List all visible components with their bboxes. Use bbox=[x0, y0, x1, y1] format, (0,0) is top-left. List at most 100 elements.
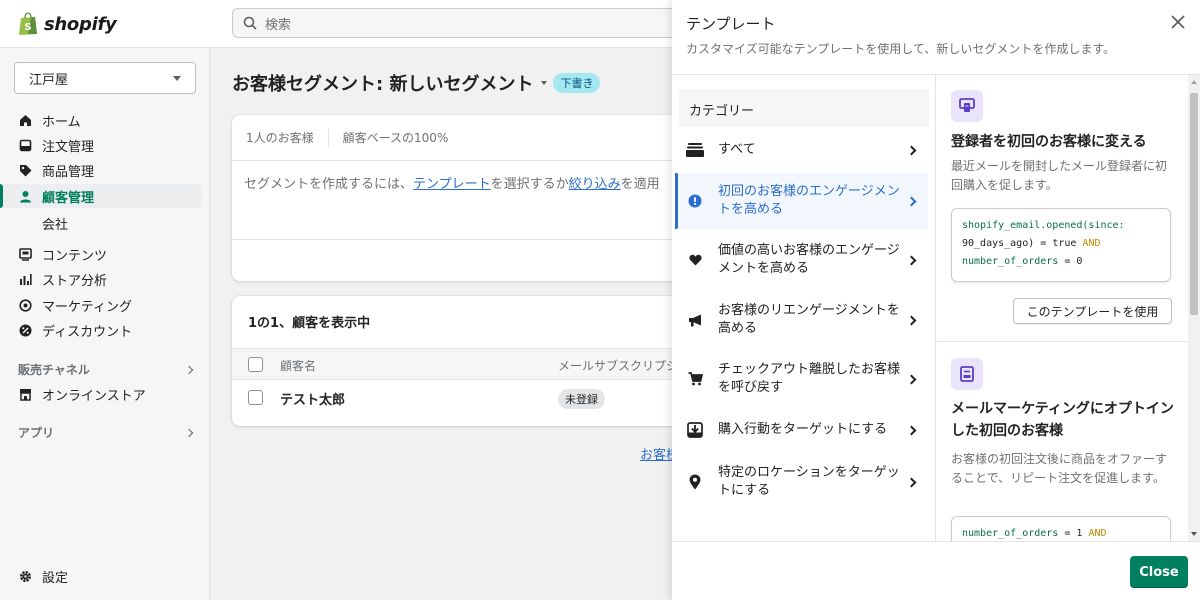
sidebar-subitem-company[interactable]: 会社 bbox=[42, 214, 68, 233]
category-item-all[interactable]: すべて bbox=[676, 135, 928, 165]
draft-badge: 下書き bbox=[553, 73, 601, 93]
sidebar-item-settings[interactable]: 設定 bbox=[0, 564, 202, 588]
use-template-button[interactable]: このテンプレートを使用 bbox=[1013, 298, 1172, 324]
hint-text: セグメントを作成するには、 bbox=[244, 177, 414, 192]
sidebar-item-home[interactable]: ホーム bbox=[0, 108, 202, 132]
sidebar-item-analytics[interactable]: ストア分析 bbox=[0, 267, 202, 291]
sidebar-item-discounts[interactable]: ディスカウント bbox=[0, 318, 202, 342]
sidebar-item-label: 商品管理 bbox=[42, 164, 95, 180]
sidebar-item-label: ディスカウント bbox=[42, 324, 133, 340]
logo-text: shopify bbox=[44, 13, 117, 35]
customer-name[interactable]: テスト太郎 bbox=[280, 389, 345, 408]
divider bbox=[232, 239, 692, 240]
category-label: お客様のリエンゲージメントを高める bbox=[718, 303, 900, 336]
segment-stats: 1人のお客様 顧客ベースの100% bbox=[232, 115, 692, 161]
customer-list-card: 1の1、顧客を表示中 顧客名 メールサブスクリプション テスト太郎 未登録 bbox=[232, 296, 692, 426]
divider bbox=[937, 341, 1188, 342]
close-icon[interactable] bbox=[1168, 12, 1188, 32]
category-label: 特定のロケーションをターゲットにする bbox=[718, 465, 900, 498]
code-token: 0 bbox=[1076, 256, 1083, 267]
megaphone-icon bbox=[684, 314, 706, 327]
template-list: 登録者を初回のお客様に変える 最近メールを開封したメール登録者に初回購入を促しま… bbox=[937, 75, 1188, 541]
cart-icon bbox=[684, 372, 706, 386]
location-pin-icon bbox=[684, 474, 706, 490]
filter-link[interactable]: 絞り込み bbox=[569, 177, 621, 192]
store-icon bbox=[18, 387, 32, 401]
caret-down-icon bbox=[173, 75, 181, 81]
code-token: = bbox=[1034, 238, 1053, 249]
category-label: チェックアウト離脱したお客様を呼び戻す bbox=[718, 362, 901, 395]
template-scrollbar[interactable] bbox=[1188, 75, 1200, 541]
category-item-first-time[interactable]: 初回のお客様のエンゲージメントを高める bbox=[675, 173, 928, 229]
select-all-checkbox[interactable] bbox=[248, 357, 263, 372]
chevron-right-icon bbox=[184, 365, 194, 374]
shopify-bag-icon: S bbox=[19, 12, 37, 35]
template-description: 最近メールを開封したメール登録者に初回購入を促します。 bbox=[951, 159, 1168, 192]
code-token: AND bbox=[1082, 528, 1107, 539]
scroll-thumb[interactable] bbox=[1190, 93, 1198, 315]
sidebar-item-customers[interactable]: 顧客管理 bbox=[0, 184, 202, 208]
close-button[interactable]: Close bbox=[1130, 556, 1188, 588]
search-icon bbox=[243, 16, 257, 30]
category-label: 初回のお客様のエンゲージメントを高める bbox=[718, 184, 900, 217]
hint-text: を適用 bbox=[620, 177, 660, 192]
segment-editor-card: 1人のお客様 顧客ベースの100% セグメントを作成するには、テンプレートを選択… bbox=[232, 115, 692, 281]
divider bbox=[672, 541, 1200, 542]
category-item-high-value[interactable]: 価値の高いお客様のエンゲージメントを高める bbox=[676, 235, 928, 285]
category-label: すべて bbox=[718, 142, 756, 157]
category-label: 購入行動をターゲットにする bbox=[718, 422, 888, 437]
download-box-icon bbox=[684, 422, 706, 438]
status-badge: 未登録 bbox=[558, 389, 605, 409]
content-icon bbox=[18, 247, 32, 261]
search-placeholder: 検索 bbox=[265, 17, 292, 33]
editor-hint[interactable]: セグメントを作成するには、テンプレートを選択するか絞り込みを適用 bbox=[244, 173, 660, 192]
code-token: number_of_orders bbox=[962, 256, 1059, 267]
scroll-down-arrow-icon[interactable] bbox=[1191, 532, 1197, 536]
sidebar-item-online-store[interactable]: オンラインストア bbox=[0, 382, 202, 406]
category-label: 価値の高いお客様のエンゲージメントを高める bbox=[718, 243, 900, 276]
target-icon bbox=[18, 298, 32, 312]
category-item-reengagement[interactable]: お客様のリエンゲージメントを高める bbox=[676, 295, 928, 345]
chevron-right-icon bbox=[906, 425, 917, 435]
store-name: 江戸屋 bbox=[29, 72, 69, 88]
person-icon bbox=[18, 189, 32, 203]
code-token: number_of_orders bbox=[962, 528, 1059, 539]
category-list: カテゴリー すべて 初回のお客様のエンゲージメントを高める 価値の高いお客様のエ… bbox=[672, 75, 936, 541]
template-link[interactable]: テンプレート bbox=[413, 177, 491, 192]
category-item-checkout[interactable]: チェックアウト離脱したお客様を呼び戻す bbox=[676, 354, 928, 404]
caret-down-icon[interactable] bbox=[541, 81, 548, 85]
sidebar-item-marketing[interactable]: マーケティング bbox=[0, 293, 202, 317]
discount-icon bbox=[18, 323, 32, 337]
category-item-purchase-behavior[interactable]: 購入行動をターゲットにする bbox=[676, 415, 928, 445]
column-header-name[interactable]: 顧客名 bbox=[280, 357, 316, 374]
search-input[interactable]: 検索 bbox=[232, 8, 692, 38]
alert-circle-icon bbox=[684, 194, 706, 208]
table-row[interactable]: テスト太郎 未登録 bbox=[232, 380, 692, 416]
sidebar-item-orders[interactable]: 注文管理 bbox=[0, 133, 202, 157]
code-token: 90_days_ago) bbox=[962, 238, 1035, 249]
shopify-logo[interactable]: S shopify bbox=[18, 12, 117, 36]
apps-section[interactable]: アプリ bbox=[18, 424, 194, 441]
sidebar: 江戸屋 ホーム 注文管理 商品管理 顧客管理 会社 コンテンツ ストア分析 マー… bbox=[0, 48, 210, 600]
code-token: AND bbox=[1076, 238, 1101, 249]
gear-icon bbox=[18, 569, 32, 583]
store-selector[interactable]: 江戸屋 bbox=[14, 62, 196, 94]
sidebar-item-content[interactable]: コンテンツ bbox=[0, 242, 202, 266]
category-item-location[interactable]: 特定のロケーションをターゲットにする bbox=[676, 457, 928, 507]
hint-text: を選択するか bbox=[490, 177, 569, 192]
tag-icon bbox=[18, 163, 32, 177]
sales-channels-section[interactable]: 販売チャネル bbox=[18, 361, 194, 378]
list-title: 1の1、顧客を表示中 bbox=[248, 316, 371, 331]
scroll-up-arrow-icon[interactable] bbox=[1191, 80, 1197, 84]
panel-title: テンプレート bbox=[686, 15, 776, 33]
row-checkbox[interactable] bbox=[248, 390, 263, 405]
chevron-right-icon bbox=[906, 315, 917, 325]
section-label: アプリ bbox=[18, 426, 55, 440]
bar-chart-icon bbox=[18, 272, 32, 286]
code-token: = bbox=[1058, 528, 1077, 539]
email-template-icon bbox=[951, 90, 983, 122]
sidebar-item-label: ストア分析 bbox=[42, 273, 108, 289]
stat-base-percent: 顧客ベースの100% bbox=[342, 131, 449, 145]
template-description: お客様の初回注文後に商品をオファーすることで、リピート注文を促進します。 bbox=[951, 452, 1168, 485]
sidebar-item-products[interactable]: 商品管理 bbox=[0, 158, 202, 182]
